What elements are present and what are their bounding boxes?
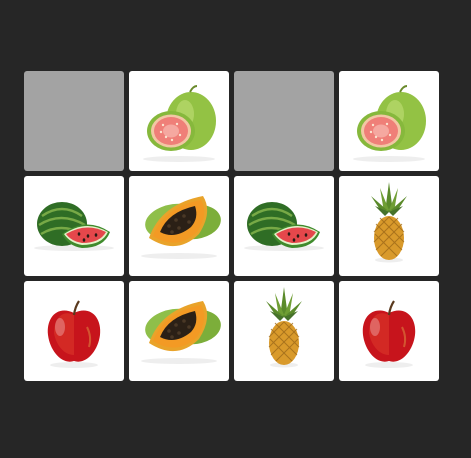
memory-card-guava[interactable]: [339, 71, 439, 171]
memory-card-face-down[interactable]: [24, 71, 124, 171]
memory-card-apple[interactable]: [24, 281, 124, 381]
apple-icon: [362, 300, 416, 368]
memory-card-papaya[interactable]: [129, 176, 229, 276]
memory-card-face-down[interactable]: [234, 71, 334, 171]
guava-icon: [353, 85, 426, 162]
memory-card-watermelon[interactable]: [234, 176, 334, 276]
memory-card-papaya[interactable]: [129, 281, 229, 381]
memory-card-watermelon[interactable]: [24, 176, 124, 276]
pineapple-icon: [266, 287, 302, 368]
papaya-icon: [141, 196, 221, 259]
apple-icon: [47, 300, 101, 368]
pineapple-icon: [371, 182, 407, 263]
memory-card-pineapple[interactable]: [234, 281, 334, 381]
memory-card-pineapple[interactable]: [339, 176, 439, 276]
memory-card-guava[interactable]: [129, 71, 229, 171]
papaya-icon: [141, 301, 221, 364]
memory-card-apple[interactable]: [339, 281, 439, 381]
memory-game-board: [24, 71, 439, 381]
watermelon-icon: [34, 202, 114, 251]
watermelon-icon: [244, 202, 324, 251]
guava-icon: [143, 85, 216, 162]
